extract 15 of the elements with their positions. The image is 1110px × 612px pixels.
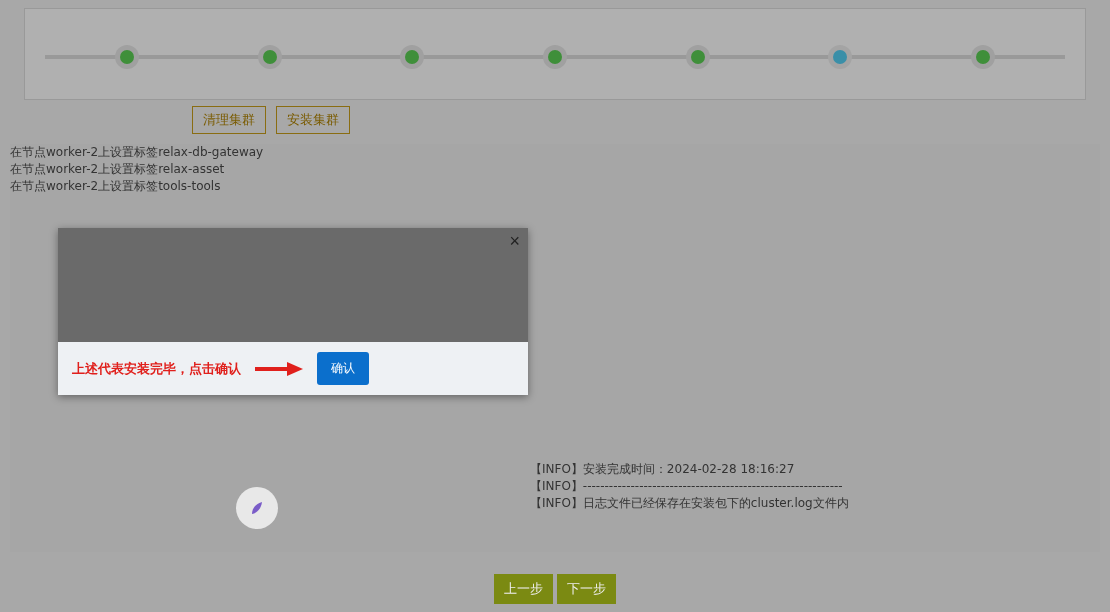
log-line: 【INFO】------------------------------------------------------------ bbox=[530, 478, 844, 495]
step-nav-button[interactable]: 下一步 bbox=[557, 574, 616, 604]
cluster-action-button[interactable]: 清理集群 bbox=[192, 106, 266, 134]
cluster-action-button[interactable]: 安装集群 bbox=[276, 106, 350, 134]
log-line: 在节点worker-2上设置标签tools-tools bbox=[10, 178, 222, 195]
dialog-note: 上述代表安装完毕，点击确认 bbox=[72, 359, 241, 378]
confirm-button[interactable]: 确认 bbox=[317, 352, 369, 385]
step-nav-button[interactable]: 上一步 bbox=[494, 574, 553, 604]
close-button[interactable]: × bbox=[509, 230, 520, 252]
arrow-icon bbox=[255, 360, 303, 377]
log-line: 在节点worker-2上设置标签relax-asset bbox=[10, 161, 226, 178]
feather-icon bbox=[249, 500, 265, 516]
log-line: 【INFO】日志文件已经保存在安装包下的cluster.log文件内 bbox=[530, 495, 850, 512]
log-line: 在节点worker-2上设置标签relax-db-gateway bbox=[10, 144, 265, 161]
log-line: 【INFO】安装完成时间：2024-02-28 18:16:27 bbox=[530, 461, 796, 478]
